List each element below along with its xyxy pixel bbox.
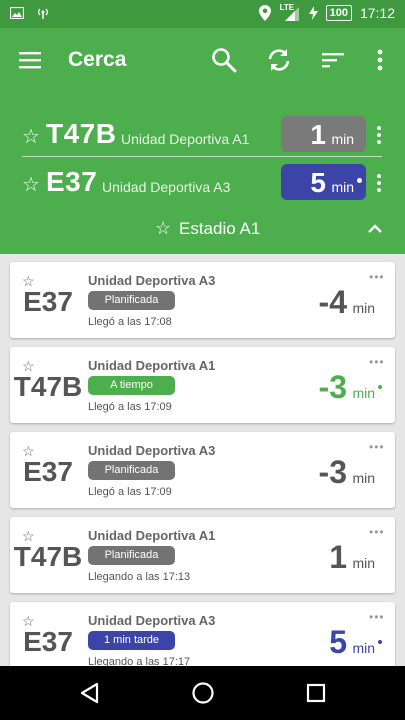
arrival-status: Llegó a las 17:09 [88,486,172,498]
app-title: Cerca [68,48,127,71]
arrivals-list[interactable]: ☆ E37 Unidad Deportiva A3 Planificada Ll… [0,254,405,666]
eta-minutes: 1 [310,119,326,150]
eta-badge: 1 min [281,116,366,152]
arrival-status: Llegó a las 17:08 [88,316,172,328]
realtime-dot-icon [357,178,362,183]
more-horiz-icon[interactable]: ••• [369,270,385,284]
favorite-destination: Unidad Deportiva A3 [102,179,231,195]
stop-header[interactable]: ☆ Estadio A1 [0,216,405,246]
realtime-dot-icon [378,640,382,644]
arrival-route: E37 [23,626,73,657]
clock: 17:12 [359,5,395,21]
status-bar: LTE 100 17:12 [0,0,405,28]
eta-unit: min [331,179,354,195]
search-icon[interactable] [210,46,238,74]
home-icon[interactable] [191,681,215,705]
recents-icon[interactable] [304,681,328,705]
arrival-destination: Unidad Deportiva A3 [88,613,216,628]
arrival-card[interactable]: ☆ E37 Unidad Deportiva A3 Planificada Ll… [10,262,395,338]
sort-icon[interactable] [319,46,347,74]
star-outline-icon[interactable]: ☆ [22,172,40,197]
app-bar: Cerca [0,28,405,92]
more-horiz-icon[interactable]: ••• [369,440,385,454]
chevron-up-icon[interactable] [366,220,384,238]
favorites-divider [22,156,382,157]
back-icon[interactable] [78,681,102,705]
menu-icon[interactable] [18,48,42,72]
status-badge: Planificada [88,546,175,565]
more-vert-icon[interactable] [366,46,394,74]
more-horiz-icon[interactable]: ••• [369,610,385,624]
arrival-route: T47B [13,371,83,402]
image-notification-icon [10,7,24,19]
refresh-icon[interactable] [265,46,293,74]
arrival-minutes: -3 [318,369,347,405]
favorites-panel: ☆ T47B Unidad Deportiva A1 1 min ☆ E37 U… [0,92,405,254]
arrival-card[interactable]: ☆ E37 Unidad Deportiva A3 Planificada Ll… [10,432,395,508]
star-outline-icon[interactable]: ☆ [155,218,171,239]
arrival-status: Llegando a las 17:13 [88,571,191,583]
more-vert-icon[interactable] [374,124,384,146]
status-badge: Planificada [88,291,175,310]
more-horiz-icon[interactable]: ••• [369,355,385,369]
status-badge: Planificada [88,461,175,480]
arrival-minutes: 5 [329,624,347,660]
stop-name: Estadio A1 [179,219,261,238]
arrival-card[interactable]: ☆ T47B Unidad Deportiva A1 A tiempo Lleg… [10,347,395,423]
arrival-route: E37 [23,286,73,317]
eta-minutes: 5 [310,167,326,198]
arrival-card[interactable]: ☆ E37 Unidad Deportiva A3 1 min tarde Ll… [10,602,395,666]
arrival-destination: Unidad Deportiva A1 [88,528,216,543]
location-icon [258,5,271,21]
status-badge: A tiempo [88,376,175,395]
battery-level: 100 [325,5,352,21]
arrival-destination: Unidad Deportiva A1 [88,358,216,373]
arrival-unit: min [352,555,375,571]
favorite-route: E37 [46,166,98,197]
arrival-card[interactable]: ☆ T47B Unidad Deportiva A1 Planificada L… [10,517,395,593]
arrival-unit: min [352,470,375,486]
favorite-row-t47b[interactable]: ☆ T47B Unidad Deportiva A1 1 min [0,116,405,156]
hotspot-icon [38,8,48,19]
charging-icon [308,6,318,20]
eta-unit: min [331,131,354,147]
arrival-status: Llegando a las 17:17 [88,656,191,666]
arrival-unit: min [352,640,375,656]
star-outline-icon[interactable]: ☆ [22,124,40,149]
system-nav-bar [0,666,405,720]
arrival-minutes: -3 [318,454,347,490]
more-vert-icon[interactable] [374,172,384,194]
arrival-route: T47B [13,541,83,572]
arrival-destination: Unidad Deportiva A3 [88,273,216,288]
arrival-unit: min [352,385,375,401]
arrival-minutes: -4 [318,284,347,320]
arrival-route: E37 [23,456,73,487]
signal-icon: LTE [279,4,301,22]
status-badge: 1 min tarde [88,631,175,650]
realtime-dot-icon [378,385,382,389]
arrival-unit: min [352,300,375,316]
more-horiz-icon[interactable]: ••• [369,525,385,539]
favorite-route: T47B [46,118,117,149]
favorite-destination: Unidad Deportiva A1 [121,131,250,147]
arrival-minutes: 1 [329,539,347,575]
favorite-row-e37[interactable]: ☆ E37 Unidad Deportiva A3 5 min [0,164,405,204]
eta-badge: 5 min [281,164,366,200]
arrival-destination: Unidad Deportiva A3 [88,443,216,458]
arrival-status: Llegó a las 17:09 [88,401,172,413]
